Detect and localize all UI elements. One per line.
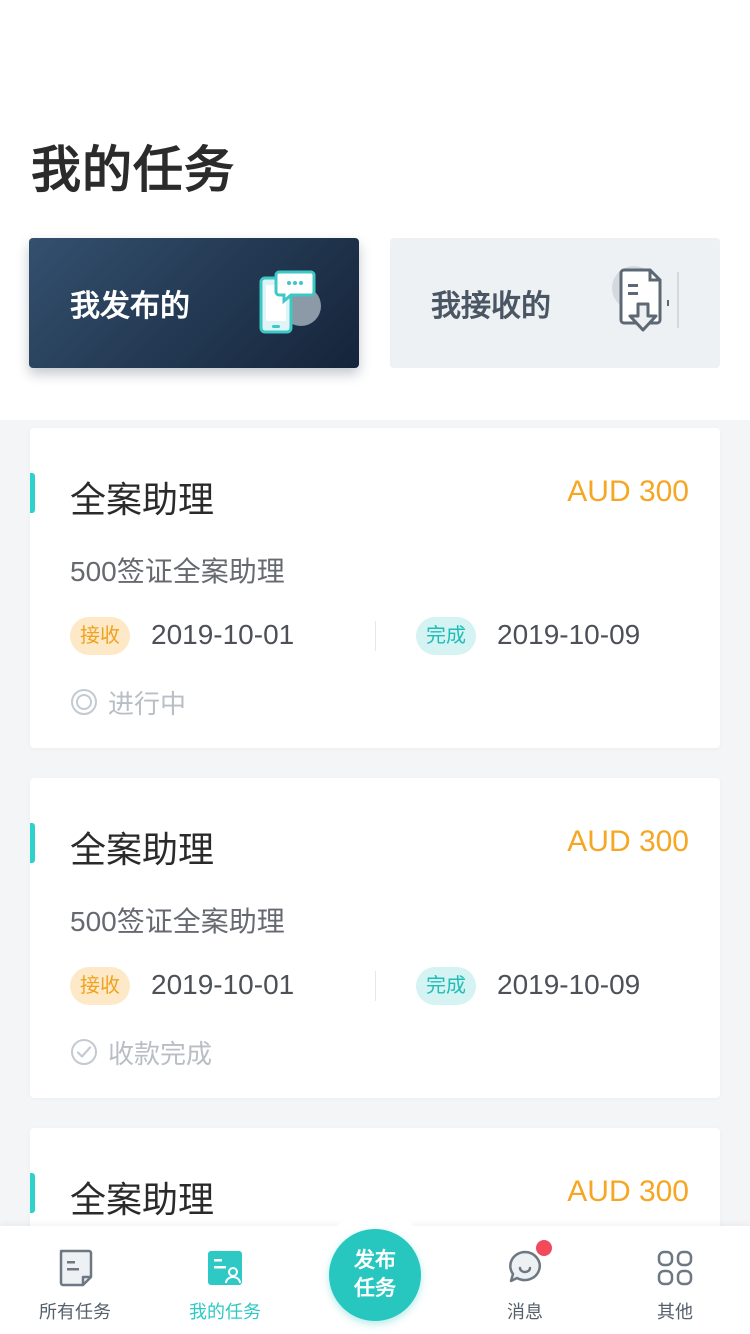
done-tag: 完成 — [416, 967, 476, 1005]
status-label: 进行中 — [108, 688, 187, 719]
task-price: AUD 300 — [567, 1175, 689, 1208]
tab-label: 我的任务 — [189, 1302, 261, 1322]
task-title: 全案助理 — [70, 1179, 215, 1220]
task-dates: 接收 2019-10-01 完成 2019-10-09 — [70, 967, 690, 1007]
segment-received[interactable]: 我接收的 — [390, 238, 720, 368]
task-price: AUD 300 — [567, 475, 689, 508]
done-date: 2019-10-09 — [497, 969, 641, 1000]
status-label: 收款完成 — [108, 1038, 213, 1069]
page-title: 我的任务 — [31, 142, 235, 198]
my-task-icon — [208, 1251, 242, 1285]
tab-other[interactable]: 其他 — [600, 1226, 750, 1334]
task-status: 进行中 — [70, 686, 187, 719]
phone-chat-icon — [259, 270, 321, 334]
tab-label: 所有任务 — [39, 1302, 111, 1322]
received-date: 2019-10-01 — [151, 969, 295, 1000]
task-card[interactable]: 全案助理 AUD 300 500签证全案助理 接收 2019-10-01 完成 … — [30, 428, 720, 748]
segment-published[interactable]: 我发布的 — [29, 238, 359, 368]
publish-task-button[interactable]: 发布 任务 — [329, 1229, 421, 1321]
grid-icon — [657, 1250, 693, 1286]
segment-received-label: 我接收的 — [431, 290, 551, 323]
task-list-icon — [59, 1249, 93, 1287]
check-circle-icon — [71, 1039, 97, 1065]
done-date: 2019-10-09 — [497, 619, 641, 650]
received-date: 2019-10-01 — [151, 619, 295, 650]
tab-label: 消息 — [507, 1302, 543, 1322]
task-price: AUD 300 — [567, 825, 689, 858]
received-tag: 接收 — [70, 617, 130, 655]
received-tag: 接收 — [70, 967, 130, 1005]
done-tag: 完成 — [416, 617, 476, 655]
tab-my-tasks[interactable]: 我的任务 — [150, 1226, 300, 1334]
card-accent-bar — [30, 1173, 35, 1213]
in-progress-icon — [71, 689, 97, 715]
publish-button-line2: 任务 — [354, 1277, 396, 1300]
task-title: 全案助理 — [70, 829, 215, 870]
task-title: 全案助理 — [70, 479, 215, 520]
document-download-icon — [612, 266, 679, 332]
task-dates: 接收 2019-10-01 完成 2019-10-09 — [70, 617, 690, 657]
tab-all-tasks[interactable]: 所有任务 — [0, 1226, 150, 1334]
task-card[interactable]: 全案助理 AUD 300 500签证全案助理 接收 2019-10-01 完成 … — [30, 778, 720, 1098]
segment-published-label: 我发布的 — [70, 290, 190, 323]
card-accent-bar — [30, 473, 35, 513]
task-status: 收款完成 — [70, 1036, 213, 1069]
task-description: 500签证全案助理 — [70, 906, 285, 937]
card-accent-bar — [30, 823, 35, 863]
task-description: 500签证全案助理 — [70, 556, 285, 587]
publish-button-line1: 发布 — [354, 1249, 396, 1272]
date-divider — [375, 971, 376, 1001]
tab-label: 其他 — [657, 1302, 693, 1322]
tab-messages[interactable]: 消息 — [450, 1226, 600, 1334]
message-badge — [536, 1240, 552, 1256]
date-divider — [375, 621, 376, 651]
